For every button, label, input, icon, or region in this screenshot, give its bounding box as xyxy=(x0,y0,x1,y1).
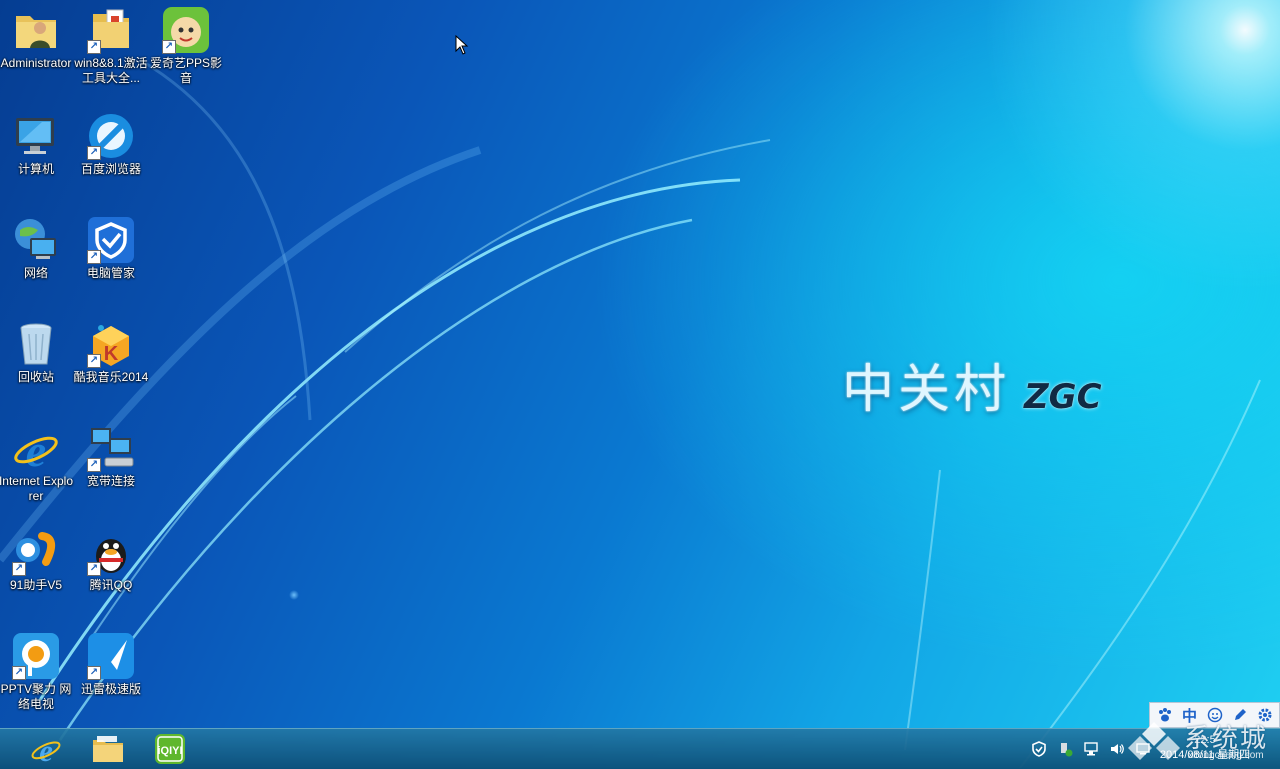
desktop-icon-91-assistant[interactable]: ↗ 91助手V5 xyxy=(0,524,74,593)
desktop-icon-label: 电脑管家 xyxy=(86,266,135,280)
svg-text:iQIYI: iQIYI xyxy=(157,745,182,757)
mouse-cursor-icon xyxy=(455,35,469,55)
broadband-connection-icon: ↗ xyxy=(87,424,135,472)
usb-device-icon[interactable] xyxy=(1056,740,1074,758)
desktop-icon-label: 腾讯QQ xyxy=(89,578,133,592)
desktop-icon-label: win8&8.1激活工具大全... xyxy=(74,56,148,85)
desktop-icon-label: 迅雷极速版 xyxy=(80,682,141,696)
desktop-icon-recycle-bin[interactable]: 回收站 xyxy=(0,316,74,385)
taskbar-file-explorer-button[interactable] xyxy=(82,731,134,767)
brand-chinese-text: 中关村 xyxy=(842,360,1011,420)
file-explorer-icon xyxy=(93,736,123,762)
desktop-icon-computer[interactable]: 计算机 xyxy=(0,108,74,177)
iqiyi-icon: iQIYI xyxy=(155,734,185,764)
taskbar: e iQIYI 22:5 2014/08/11 星期四 xyxy=(0,728,1280,769)
desktop-icon-label: 计算机 xyxy=(17,162,54,176)
desktop-icon-baidu-browser[interactable]: ↗ 百度浏览器 xyxy=(73,108,149,177)
desktop-icon-qq[interactable]: ↗ 腾讯QQ xyxy=(73,524,149,593)
network-icon xyxy=(12,216,60,264)
desktop-icon-pptv[interactable]: ↗ PPTV聚力 网络电视 xyxy=(0,628,74,712)
computer-icon xyxy=(12,112,60,160)
91-assistant-icon: ↗ xyxy=(12,528,60,576)
shortcut-arrow-icon: ↗ xyxy=(87,562,101,576)
desktop-icon-internet-explorer[interactable]: e Internet Explorer xyxy=(0,420,74,504)
desktop-icon-xunlei[interactable]: ↗ 迅雷极速版 xyxy=(73,628,149,697)
pps-player-icon: ↗ xyxy=(162,6,210,54)
shortcut-arrow-icon: ↗ xyxy=(87,354,101,368)
watermark-url: xitongcheng.com xyxy=(1188,750,1264,761)
xunlei-icon: ↗ xyxy=(87,632,135,680)
pptv-icon: ↗ xyxy=(12,632,60,680)
kuwo-music-icon: K ↗ xyxy=(87,320,135,368)
desktop-icon-label: PPTV聚力 网络电视 xyxy=(0,682,72,711)
shortcut-arrow-icon: ↗ xyxy=(162,40,176,54)
desktop-icon-label: 百度浏览器 xyxy=(80,162,141,176)
desktop-icon-win8-tools[interactable]: ↗ win8&8.1激活工具大全... xyxy=(73,2,149,86)
recycle-bin-icon xyxy=(12,320,60,368)
desktop-icon-kuwo-music[interactable]: K ↗ 酷我音乐2014 xyxy=(73,316,149,385)
shortcut-arrow-icon: ↗ xyxy=(87,146,101,160)
desktop-icon-administrator[interactable]: Administrator xyxy=(0,2,74,71)
wallpaper-glow xyxy=(289,590,299,600)
desktop-icon-broadband[interactable]: ↗ 宽带连接 xyxy=(73,420,149,489)
security-shield-icon[interactable] xyxy=(1030,740,1048,758)
baidu-browser-icon: ↗ xyxy=(87,112,135,160)
folder-shortcut-icon: ↗ xyxy=(87,6,135,54)
desktop-icon-label: Internet Explorer xyxy=(0,474,74,503)
shortcut-arrow-icon: ↗ xyxy=(87,250,101,264)
volume-icon[interactable] xyxy=(1108,740,1126,758)
desktop-icon-label: 91助手V5 xyxy=(9,578,63,592)
site-watermark: 系统城 xitongcheng.com xyxy=(1126,716,1278,768)
desktop-icon-label: 网络 xyxy=(23,266,48,280)
desktop-icon-pps[interactable]: ↗ 爱奇艺PPS影音 xyxy=(148,2,224,86)
svg-text:K: K xyxy=(104,343,119,365)
desktop-icon-label: 回收站 xyxy=(17,370,54,384)
ie-icon: e xyxy=(31,734,61,765)
shortcut-arrow-icon: ↗ xyxy=(87,40,101,54)
desktop-icon-network[interactable]: 网络 xyxy=(0,212,74,281)
shortcut-arrow-icon: ↗ xyxy=(87,458,101,472)
user-folder-icon xyxy=(12,6,60,54)
network-status-icon[interactable] xyxy=(1082,740,1100,758)
svg-text:e: e xyxy=(26,425,46,472)
ie-icon: e xyxy=(12,424,60,476)
svg-text:e: e xyxy=(39,734,53,765)
taskbar-ie-button[interactable]: e xyxy=(20,731,72,767)
wallpaper-brand-logo: 中关村 ZGC xyxy=(842,360,1102,420)
desktop-icon-label: 酷我音乐2014 xyxy=(73,370,149,384)
taskbar-iqiyi-button[interactable]: iQIYI xyxy=(144,731,196,767)
watermark-diamond-logo xyxy=(1128,722,1180,760)
shortcut-arrow-icon: ↗ xyxy=(12,666,26,680)
desktop-icon-label: 爱奇艺PPS影音 xyxy=(149,56,222,85)
pc-manager-icon: ↗ xyxy=(87,216,135,264)
desktop-icon-label: Administrator xyxy=(0,56,72,70)
shortcut-arrow-icon: ↗ xyxy=(12,562,26,576)
qq-penguin-icon: ↗ xyxy=(87,528,135,576)
brand-english-text: ZGC xyxy=(1024,377,1102,417)
desktop-icon-label: 宽带连接 xyxy=(86,474,135,488)
desktop-icon-pc-manager[interactable]: ↗ 电脑管家 xyxy=(73,212,149,281)
shortcut-arrow-icon: ↗ xyxy=(87,666,101,680)
